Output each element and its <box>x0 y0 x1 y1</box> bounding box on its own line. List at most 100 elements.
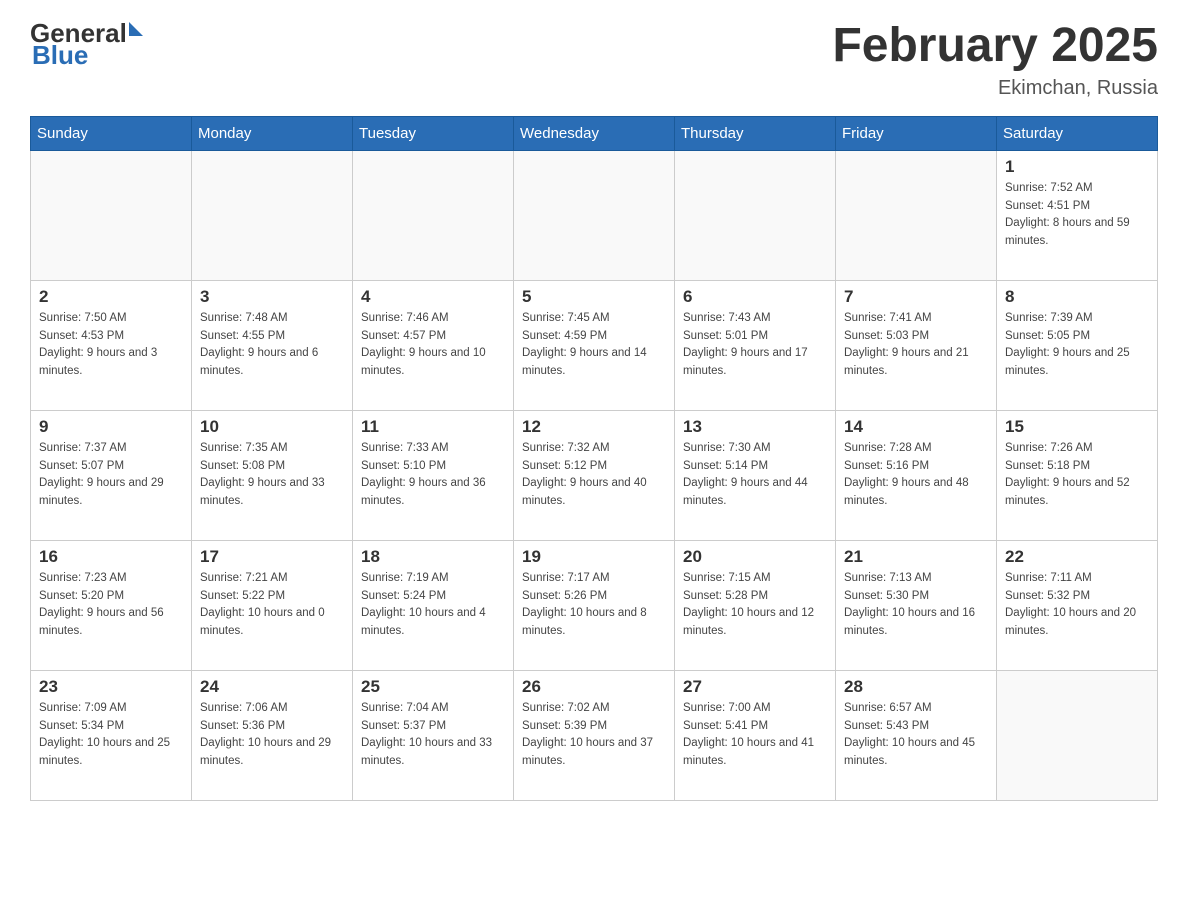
weekday-header-monday: Monday <box>192 116 353 150</box>
calendar-cell: 4Sunrise: 7:46 AMSunset: 4:57 PMDaylight… <box>353 280 514 410</box>
day-number: 24 <box>200 677 344 697</box>
week-row-1: 1 Sunrise: 7:52 AMSunset: 4:51 PMDaylight… <box>31 150 1158 280</box>
calendar-cell: 24 Sunrise: 7:06 AMSunset: 5:36 PMDayligh… <box>192 670 353 800</box>
calendar-cell: 13 Sunrise: 7:30 AMSunset: 5:14 PMDayligh… <box>675 410 836 540</box>
logo-triangle-icon <box>129 22 143 36</box>
calendar-cell <box>31 150 192 280</box>
calendar-cell: 5 Sunrise: 7:45 AMSunset: 4:59 PMDaylight… <box>514 280 675 410</box>
calendar-body: 1 Sunrise: 7:52 AMSunset: 4:51 PMDaylight… <box>31 150 1158 800</box>
weekday-header-friday: Friday <box>836 116 997 150</box>
day-info: Sunrise: 7:50 AMSunset: 4:53 PMDaylight:… <box>39 310 183 381</box>
day-number: 28 <box>844 677 988 697</box>
calendar-header: SundayMondayTuesdayWednesdayThursdayFrid… <box>31 116 1158 150</box>
calendar-cell: 14 Sunrise: 7:28 AMSunset: 5:16 PMDayligh… <box>836 410 997 540</box>
calendar-cell: 19 Sunrise: 7:17 AMSunset: 5:26 PMDayligh… <box>514 540 675 670</box>
day-info: Sunrise: 7:28 AMSunset: 5:16 PMDaylight:… <box>844 440 988 511</box>
day-number: 18 <box>361 547 505 567</box>
calendar-cell <box>675 150 836 280</box>
day-info: Sunrise: 7:37 AMSunset: 5:07 PMDaylight:… <box>39 440 183 511</box>
week-row-4: 16 Sunrise: 7:23 AMSunset: 5:20 PMDayligh… <box>31 540 1158 670</box>
day-info: Sunrise: 7:46 AMSunset: 4:57 PMDaylight:… <box>361 310 505 381</box>
day-number: 1 <box>1005 157 1149 177</box>
week-row-2: 2Sunrise: 7:50 AMSunset: 4:53 PMDaylight… <box>31 280 1158 410</box>
day-info: Sunrise: 7:06 AMSunset: 5:36 PMDaylight:… <box>200 700 344 771</box>
day-info: Sunrise: 6:57 AMSunset: 5:43 PMDaylight:… <box>844 700 988 771</box>
day-info: Sunrise: 7:00 AMSunset: 5:41 PMDaylight:… <box>683 700 827 771</box>
day-info: Sunrise: 7:11 AMSunset: 5:32 PMDaylight:… <box>1005 570 1149 641</box>
day-info: Sunrise: 7:26 AMSunset: 5:18 PMDaylight:… <box>1005 440 1149 511</box>
page-header: General Blue February 2025 Ekimchan, Rus… <box>30 20 1158 100</box>
day-number: 10 <box>200 417 344 437</box>
calendar-cell: 15 Sunrise: 7:26 AMSunset: 5:18 PMDayligh… <box>997 410 1158 540</box>
calendar-cell: 8 Sunrise: 7:39 AMSunset: 5:05 PMDaylight… <box>997 280 1158 410</box>
weekday-header-wednesday: Wednesday <box>514 116 675 150</box>
calendar-cell: 21 Sunrise: 7:13 AMSunset: 5:30 PMDayligh… <box>836 540 997 670</box>
day-number: 15 <box>1005 417 1149 437</box>
weekday-header-saturday: Saturday <box>997 116 1158 150</box>
calendar-cell: 3 Sunrise: 7:48 AMSunset: 4:55 PMDaylight… <box>192 280 353 410</box>
calendar-cell: 26 Sunrise: 7:02 AMSunset: 5:39 PMDayligh… <box>514 670 675 800</box>
day-info: Sunrise: 7:13 AMSunset: 5:30 PMDaylight:… <box>844 570 988 641</box>
day-info: Sunrise: 7:52 AMSunset: 4:51 PMDaylight:… <box>1005 180 1149 251</box>
day-info: Sunrise: 7:23 AMSunset: 5:20 PMDaylight:… <box>39 570 183 641</box>
day-info: Sunrise: 7:15 AMSunset: 5:28 PMDaylight:… <box>683 570 827 641</box>
calendar-cell: 1 Sunrise: 7:52 AMSunset: 4:51 PMDaylight… <box>997 150 1158 280</box>
day-number: 14 <box>844 417 988 437</box>
day-info: Sunrise: 7:30 AMSunset: 5:14 PMDaylight:… <box>683 440 827 511</box>
day-number: 6 <box>683 287 827 307</box>
calendar-cell <box>514 150 675 280</box>
calendar-cell: 2Sunrise: 7:50 AMSunset: 4:53 PMDaylight… <box>31 280 192 410</box>
calendar-cell: 17 Sunrise: 7:21 AMSunset: 5:22 PMDayligh… <box>192 540 353 670</box>
calendar-cell <box>836 150 997 280</box>
calendar-cell: 10 Sunrise: 7:35 AMSunset: 5:08 PMDayligh… <box>192 410 353 540</box>
day-number: 3 <box>200 287 344 307</box>
day-number: 21 <box>844 547 988 567</box>
day-number: 13 <box>683 417 827 437</box>
day-info: Sunrise: 7:21 AMSunset: 5:22 PMDaylight:… <box>200 570 344 641</box>
weekday-header-thursday: Thursday <box>675 116 836 150</box>
day-info: Sunrise: 7:45 AMSunset: 4:59 PMDaylight:… <box>522 310 666 381</box>
week-row-3: 9 Sunrise: 7:37 AMSunset: 5:07 PMDaylight… <box>31 410 1158 540</box>
calendar-cell: 20 Sunrise: 7:15 AMSunset: 5:28 PMDayligh… <box>675 540 836 670</box>
day-number: 19 <box>522 547 666 567</box>
day-number: 20 <box>683 547 827 567</box>
day-number: 8 <box>1005 287 1149 307</box>
weekday-header-row: SundayMondayTuesdayWednesdayThursdayFrid… <box>31 116 1158 150</box>
day-info: Sunrise: 7:39 AMSunset: 5:05 PMDaylight:… <box>1005 310 1149 381</box>
month-year-title: February 2025 <box>832 20 1158 73</box>
calendar-cell: 22 Sunrise: 7:11 AMSunset: 5:32 PMDayligh… <box>997 540 1158 670</box>
day-info: Sunrise: 7:09 AMSunset: 5:34 PMDaylight:… <box>39 700 183 771</box>
calendar-cell: 12Sunrise: 7:32 AMSunset: 5:12 PMDayligh… <box>514 410 675 540</box>
calendar-cell: 7 Sunrise: 7:41 AMSunset: 5:03 PMDaylight… <box>836 280 997 410</box>
weekday-header-tuesday: Tuesday <box>353 116 514 150</box>
day-number: 22 <box>1005 547 1149 567</box>
logo: General Blue <box>30 20 143 68</box>
day-number: 5 <box>522 287 666 307</box>
title-area: February 2025 Ekimchan, Russia <box>832 20 1158 100</box>
day-number: 11 <box>361 417 505 437</box>
day-number: 26 <box>522 677 666 697</box>
week-row-5: 23 Sunrise: 7:09 AMSunset: 5:34 PMDayligh… <box>31 670 1158 800</box>
calendar-cell: 9 Sunrise: 7:37 AMSunset: 5:07 PMDaylight… <box>31 410 192 540</box>
calendar-cell: 18 Sunrise: 7:19 AMSunset: 5:24 PMDayligh… <box>353 540 514 670</box>
day-info: Sunrise: 7:41 AMSunset: 5:03 PMDaylight:… <box>844 310 988 381</box>
calendar-cell: 11 Sunrise: 7:33 AMSunset: 5:10 PMDayligh… <box>353 410 514 540</box>
day-info: Sunrise: 7:33 AMSunset: 5:10 PMDaylight:… <box>361 440 505 511</box>
calendar-cell: 16 Sunrise: 7:23 AMSunset: 5:20 PMDayligh… <box>31 540 192 670</box>
day-number: 17 <box>200 547 344 567</box>
calendar-cell: 27Sunrise: 7:00 AMSunset: 5:41 PMDayligh… <box>675 670 836 800</box>
location-subtitle: Ekimchan, Russia <box>832 77 1158 100</box>
calendar-cell: 6Sunrise: 7:43 AMSunset: 5:01 PMDaylight… <box>675 280 836 410</box>
day-number: 23 <box>39 677 183 697</box>
day-number: 12 <box>522 417 666 437</box>
day-number: 9 <box>39 417 183 437</box>
day-info: Sunrise: 7:02 AMSunset: 5:39 PMDaylight:… <box>522 700 666 771</box>
day-info: Sunrise: 7:35 AMSunset: 5:08 PMDaylight:… <box>200 440 344 511</box>
day-number: 16 <box>39 547 183 567</box>
day-info: Sunrise: 7:17 AMSunset: 5:26 PMDaylight:… <box>522 570 666 641</box>
weekday-header-sunday: Sunday <box>31 116 192 150</box>
day-info: Sunrise: 7:19 AMSunset: 5:24 PMDaylight:… <box>361 570 505 641</box>
day-info: Sunrise: 7:48 AMSunset: 4:55 PMDaylight:… <box>200 310 344 381</box>
day-number: 7 <box>844 287 988 307</box>
calendar-cell: 23 Sunrise: 7:09 AMSunset: 5:34 PMDayligh… <box>31 670 192 800</box>
